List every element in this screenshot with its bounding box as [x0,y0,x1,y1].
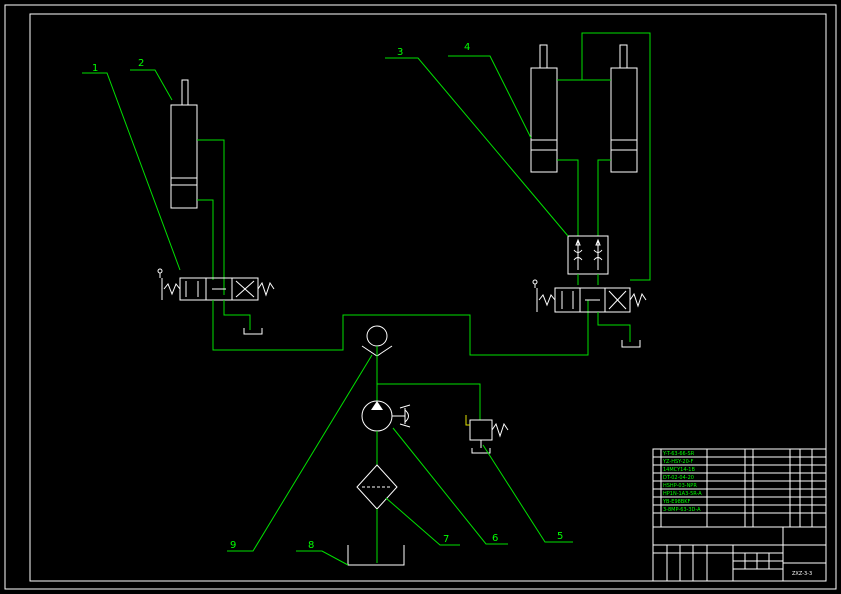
left-tank-symbol [243,328,263,335]
callout-5: 5 [557,531,563,542]
relief-valve-line [377,383,481,420]
left-valve-tank-pipe [223,300,251,330]
hydraulic-pump [361,400,411,432]
left-cylinder [170,79,198,209]
callout-8: 8 [308,540,314,551]
parts-list-table: Y-T-63-66-SR YZ-HSY-20-F 14MCY14-1B DT-0… [652,448,827,528]
part-row-4: DT-02-04-20 [663,475,694,481]
left-cyl-pipe-a [197,139,225,295]
part-row-7: YB-E98BKF [662,499,691,505]
right-tank-symbol [621,340,641,348]
relief-valve [465,415,509,454]
main-return-line [212,300,589,356]
part-row-5: HSHP-03-NPR [663,483,697,489]
left-directional-valve [157,268,275,301]
part-row-8: 3-8MP-63-3D-A [663,507,701,513]
callout-3: 3 [397,47,403,58]
left-cyl-pipe-b [197,199,214,280]
part-row-2: YZ-HSY-20-F [662,459,694,465]
callout-2: 2 [138,58,144,69]
part-row-1: Y-T-63-66-SR [662,451,695,457]
outer-frame [4,4,837,590]
right-directional-valve [532,279,647,313]
title-block: ZXZ-3-3 [652,526,827,582]
callout-1: 1 [92,63,98,74]
part-row-3: 14MCY14-1B [663,467,695,473]
callout-4: 4 [464,42,470,53]
right-valve-tank-pipe [597,312,631,342]
leader-lines [82,55,573,566]
callout-labels: 1 2 3 4 5 6 7 8 9 [92,42,563,551]
throttle-block [567,235,609,275]
right-cyl-pipe-a [557,159,579,236]
callout-9: 9 [230,540,236,551]
callout-7: 7 [443,534,449,545]
oil-tank [347,545,405,566]
hydraulic-schematic: 1 2 3 4 5 6 7 8 9 Y-T-63-66-SR YZ-HSY-20… [4,4,837,590]
right-cylinder-a [530,44,558,173]
right-cyl-pipe-b [597,159,611,236]
part-row-6: HP1N-1A3-5R-A [663,491,702,497]
drawing-number: ZXZ-3-3 [792,571,812,577]
right-cylinder-b [610,44,638,173]
callout-6: 6 [492,533,498,544]
right-cyl-top-pipe [557,32,651,281]
